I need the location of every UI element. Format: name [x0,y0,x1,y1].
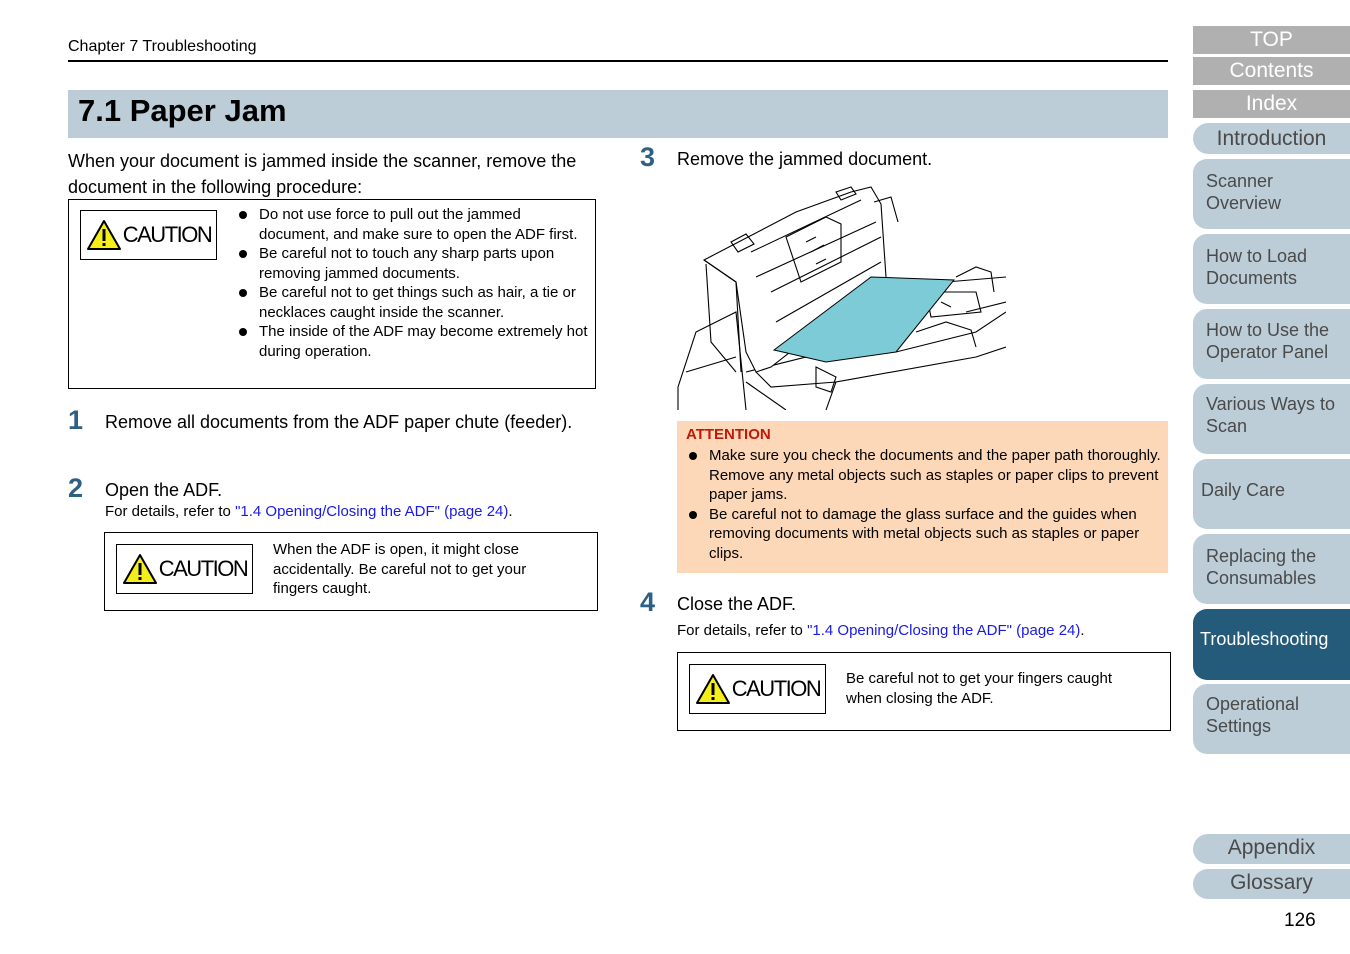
step-text-2: Open the ADF. [105,480,223,500]
details-prefix: For details, refer to [677,622,808,639]
nav-contents-button[interactable]: Contents [1193,57,1350,85]
details-suffix: . [1080,622,1085,639]
attention-list: Make sure you check the documents and th… [687,446,1163,563]
caution-item: The inside of the ADF may become extreme… [237,322,589,361]
caution-item: Do not use force to pull out the jammed … [237,205,589,244]
step-number-4: 4 [640,587,656,617]
attention-title: ATTENTION [686,426,771,443]
caution-label: CAUTION [731,676,822,701]
step-number-1: 1 [68,405,84,435]
caution-box-step4: CAUTION Be careful not to get your finge… [677,652,1171,731]
step-details-4: For details, refer to "1.4 Opening/Closi… [677,621,1085,640]
caution-item: Be careful not to touch any sharp parts … [237,244,589,283]
page-title: 7.1 Paper Jam [78,93,287,128]
step-text-3: Remove the jammed document. [677,149,933,169]
caution-text: Be careful not to get your fingers caugh… [846,670,1112,707]
caution-box-step2: CAUTION When the ADF is open, it might c… [104,532,598,611]
nav-tab-replacing-consumables[interactable]: Replacing the Consumables [1193,534,1350,604]
chapter-header: Chapter 7 Troubleshooting [68,38,257,55]
link-opening-closing-adf[interactable]: "1.4 Opening/Closing the ADF" (page 24) [235,503,508,520]
attention-item: Be careful not to damage the glass surfa… [687,505,1163,564]
warning-triangle-icon [86,220,121,250]
intro-paragraph: When your document is jammed inside the … [68,151,577,197]
nav-tab-glossary[interactable]: Glossary [1193,869,1350,899]
nav-contents-label[interactable]: Contents [1193,57,1350,85]
title-bar: 7.1 Paper Jam [68,90,1168,138]
nav-tab-how-to-load-documents[interactable]: How to Load Documents [1193,234,1350,304]
caution-badge: CAUTION [80,210,217,260]
nav-index-button[interactable]: Index [1193,90,1350,118]
caution-text: When the ADF is open, it might close acc… [273,541,527,597]
nav-tab-troubleshooting[interactable]: Troubleshooting [1193,609,1350,680]
nav-top-button[interactable]: TOP [1193,26,1350,54]
details-suffix: . [508,503,513,520]
attention-item: Make sure you check the documents and th… [687,446,1163,505]
caution-badge: CAUTION [116,544,253,594]
step-number-2: 2 [68,473,84,503]
caution-item: Be careful not to get things such as hai… [237,283,589,322]
nav-tab-scanner-overview[interactable]: Scanner Overview [1193,159,1350,229]
details-prefix: For details, refer to [105,503,236,520]
scanner-paper-jam-illustration [677,186,1006,410]
caution-label: CAUTION [158,556,249,581]
step-text-4: Close the ADF. [677,594,797,614]
nav-tab-appendix[interactable]: Appendix [1193,834,1350,864]
page-number: 126 [1284,910,1316,931]
nav-tab-operational-settings[interactable]: Operational Settings [1193,684,1350,754]
warning-triangle-icon [122,554,157,584]
caution-box-main: CAUTION Do not use force to pull out the… [68,199,596,389]
nav-tab-introduction[interactable]: Introduction [1193,123,1350,154]
nav-tab-operator-panel[interactable]: How to Use the Operator Panel [1193,309,1350,379]
step-details-2: For details, refer to "1.4 Opening/Closi… [105,502,513,521]
step-number-3: 3 [640,142,656,172]
step-text-1: Remove all documents from the ADF paper … [105,412,573,432]
warning-triangle-icon [695,674,730,704]
nav-tab-daily-care[interactable]: Daily Care [1193,459,1350,529]
nav-tab-various-ways-to-scan[interactable]: Various Ways to Scan [1193,384,1350,454]
caution-list: Do not use force to pull out the jammed … [237,205,589,361]
caution-label: CAUTION [122,222,213,247]
link-opening-closing-adf[interactable]: "1.4 Opening/Closing the ADF" (page 24) [807,622,1080,639]
nav-index-label[interactable]: Index [1193,90,1350,118]
header-rule [68,60,1168,62]
nav-top-label[interactable]: TOP [1193,26,1350,54]
attention-box: ATTENTION Make sure you check the docume… [677,421,1168,573]
caution-badge: CAUTION [689,664,826,714]
